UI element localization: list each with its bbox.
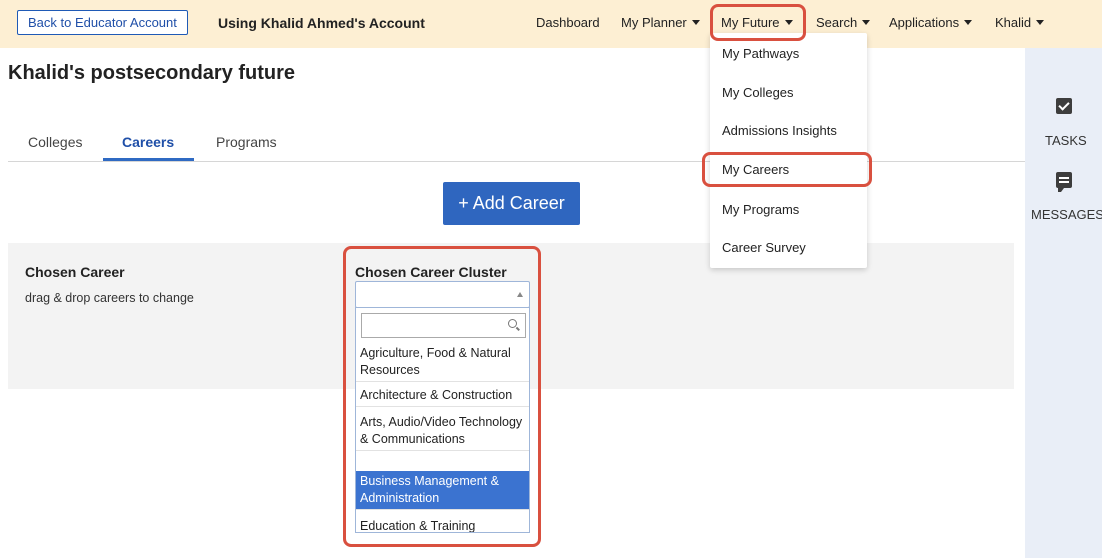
chosen-career-heading: Chosen Career: [25, 264, 125, 280]
caret-down-icon: [1036, 20, 1045, 25]
highlight-career-cluster: [343, 246, 541, 547]
nav-my-planner-label: My Planner: [621, 15, 687, 30]
back-to-educator-button[interactable]: Back to Educator Account: [17, 10, 188, 35]
tab-programs[interactable]: Programs: [216, 134, 277, 150]
menu-item-career-survey[interactable]: Career Survey: [722, 240, 806, 255]
impersonation-label: Using Khalid Ahmed's Account: [218, 15, 425, 31]
nav-applications-label: Applications: [889, 15, 960, 30]
nav-search[interactable]: Search: [816, 15, 871, 30]
highlight-my-future: [710, 4, 806, 41]
top-navigation-bar: Back to Educator Account Using Khalid Ah…: [0, 0, 1102, 48]
nav-user-menu[interactable]: Khalid: [995, 15, 1045, 30]
page-title: Khalid's postsecondary future: [8, 62, 296, 84]
nav-dashboard-label: Dashboard: [536, 15, 600, 30]
menu-item-my-programs[interactable]: My Programs: [722, 202, 799, 217]
tab-careers[interactable]: Careers: [122, 134, 174, 150]
tabs-divider: [8, 161, 1025, 162]
caret-down-icon: [964, 20, 973, 25]
messages-chat-icon[interactable]: [1056, 172, 1072, 192]
my-future-menu: My Pathways My Colleges Admissions Insig…: [710, 33, 867, 268]
menu-item-my-colleges[interactable]: My Colleges: [722, 85, 794, 100]
menu-item-admissions-insights[interactable]: Admissions Insights: [722, 123, 837, 138]
highlight-my-careers: [702, 152, 872, 187]
messages-label[interactable]: MESSAGES: [1031, 207, 1102, 222]
drag-drop-hint: drag & drop careers to change: [25, 291, 194, 305]
caret-down-icon: [691, 20, 700, 25]
right-side-rail: [1025, 48, 1102, 558]
nav-applications[interactable]: Applications: [889, 15, 973, 30]
nav-dashboard[interactable]: Dashboard: [536, 15, 600, 30]
caret-down-icon: [862, 20, 871, 25]
tasks-label[interactable]: TASKS: [1045, 133, 1087, 148]
menu-item-my-pathways[interactable]: My Pathways: [722, 46, 799, 61]
nav-user-label: Khalid: [995, 15, 1032, 30]
tasks-checkbox-icon[interactable]: [1056, 98, 1072, 114]
tab-colleges[interactable]: Colleges: [28, 134, 82, 150]
add-career-button[interactable]: + Add Career: [443, 182, 580, 225]
nav-search-label: Search: [816, 15, 858, 30]
nav-my-planner[interactable]: My Planner: [621, 15, 700, 30]
